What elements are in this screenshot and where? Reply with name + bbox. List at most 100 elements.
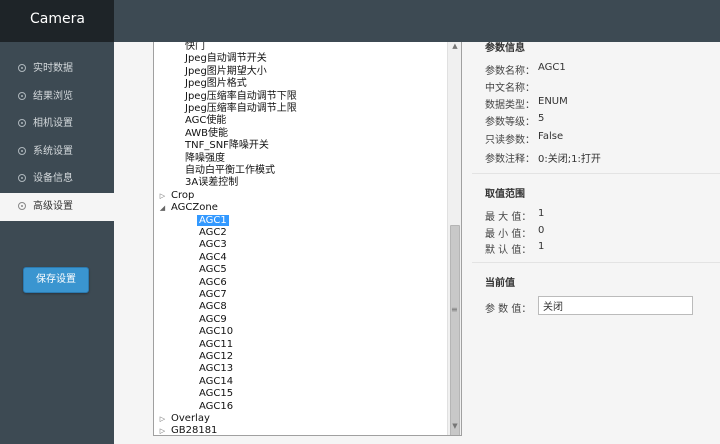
tree-item-overlay[interactable]: ▷ Overlay bbox=[160, 413, 210, 425]
tree-item-label: AGC15 bbox=[199, 388, 234, 400]
tree-item-label: Jpeg图片格式 bbox=[185, 78, 247, 90]
circle-icon bbox=[18, 174, 26, 183]
tree-item[interactable]: Jpeg压缩率自动调节上限 bbox=[185, 103, 297, 115]
tree-item-label: AGC11 bbox=[199, 338, 234, 350]
tree-item-label: 3A误差控制 bbox=[185, 177, 239, 189]
tree-item-label: AGC8 bbox=[199, 301, 227, 313]
tree-item[interactable]: Jpeg压缩率自动调节下限 bbox=[185, 91, 297, 103]
tree-item-label: Jpeg图片期望大小 bbox=[185, 65, 267, 77]
tree-item-agc[interactable]: AGC16 bbox=[199, 401, 233, 413]
tree-item-label: AGC13 bbox=[199, 363, 234, 375]
tree-item[interactable]: Jpeg图片期望大小 bbox=[185, 66, 267, 78]
tree-item[interactable]: Jpeg图片格式 bbox=[185, 78, 247, 90]
collapse-arrow-icon[interactable]: ◢ bbox=[158, 202, 167, 214]
tree-item-agc[interactable]: AGC13 bbox=[199, 363, 233, 375]
tree-item-label: GB28181 bbox=[171, 425, 218, 436]
scroll-up-icon[interactable]: ▲ bbox=[448, 42, 461, 54]
top-bar bbox=[114, 0, 720, 42]
default-value-label: 默 认 值： bbox=[485, 245, 532, 256]
current-value-input[interactable] bbox=[538, 296, 693, 315]
tree-item-crop[interactable]: ▷ Crop bbox=[160, 189, 195, 202]
tree-item[interactable]: Jpeg自动调节开关 bbox=[185, 53, 267, 65]
tree-item-agc[interactable]: AGC11 bbox=[199, 339, 233, 351]
sidebar-item-camera-settings[interactable]: 相机设置 bbox=[0, 110, 114, 138]
tree-item-label: TNF_SNF降噪开关 bbox=[185, 140, 269, 152]
tree-item-label: AGC5 bbox=[199, 264, 227, 276]
tree-item[interactable]: AGC使能 bbox=[185, 115, 226, 127]
divider bbox=[472, 262, 720, 263]
tree-item-label: AGC4 bbox=[199, 251, 227, 263]
scroll-thumb[interactable] bbox=[450, 225, 460, 435]
tree-item-agc[interactable]: AGC3 bbox=[199, 239, 227, 251]
sidebar-item-result-browse[interactable]: 结果浏览 bbox=[0, 83, 114, 111]
tree-item-agc[interactable]: AGC15 bbox=[199, 388, 233, 400]
readonly-label: 只读参数： bbox=[485, 135, 535, 146]
chinese-name-label: 中文名称： bbox=[485, 83, 535, 94]
sidebar-nav: 实时数据 结果浏览 相机设置 系统设置 设备信息 高级设置 bbox=[0, 55, 114, 221]
sidebar-item-system-settings[interactable]: 系统设置 bbox=[0, 138, 114, 166]
scroll-down-icon[interactable]: ▼ bbox=[448, 422, 461, 434]
min-value: 0 bbox=[538, 225, 545, 236]
tree-item-agc[interactable]: AGC10 bbox=[199, 326, 233, 338]
tree-item[interactable]: TNF_SNF降噪开关 bbox=[185, 140, 269, 152]
property-panel: 参数信息 参数名称： AGC1 中文名称： 数据类型： ENUM 参数等级： 5… bbox=[472, 42, 720, 444]
tree-item-gb28181[interactable]: ▷ GB28181 bbox=[160, 425, 218, 436]
save-settings-button[interactable]: 保存设置 bbox=[23, 267, 89, 293]
param-info-title: 参数信息 bbox=[485, 43, 525, 54]
tree-item-agc[interactable]: AGC4 bbox=[199, 252, 227, 264]
tree-item-agc[interactable]: AGC12 bbox=[199, 351, 233, 363]
tree-item-agc[interactable]: AGC9 bbox=[199, 314, 227, 326]
tree-item-agc[interactable]: AGC5 bbox=[199, 264, 227, 276]
param-level-value: 5 bbox=[538, 113, 545, 124]
tree-item-agc[interactable]: AGC8 bbox=[199, 301, 227, 313]
tree-scrollbar[interactable]: ▲ ≡ ▼ bbox=[447, 42, 461, 435]
tree-item-label: Crop bbox=[171, 189, 195, 201]
current-value-title: 当前值 bbox=[485, 278, 515, 289]
tree-item-label: AGC7 bbox=[199, 289, 227, 300]
param-level-label: 参数等级： bbox=[485, 117, 535, 128]
default-value: 1 bbox=[538, 241, 545, 252]
tree-item-label: AGC3 bbox=[199, 239, 227, 251]
tree-item-label: AGC2 bbox=[199, 227, 227, 238]
circle-icon bbox=[18, 119, 26, 128]
tree-item-label: AGC10 bbox=[199, 326, 234, 338]
tree-item-label: Jpeg压缩率自动调节上限 bbox=[185, 103, 297, 114]
tree-item-label: AGC使能 bbox=[185, 115, 227, 127]
tree-item-agc[interactable]: AGC2 bbox=[199, 227, 227, 239]
parameter-tree[interactable]: 快门 Jpeg自动调节开关 Jpeg图片期望大小 Jpeg图片格式 Jpeg压缩率自动调… bbox=[153, 42, 462, 436]
tree-item-label: AGCZone bbox=[171, 202, 218, 214]
tree-item-label: AGC1 bbox=[197, 214, 229, 226]
tree-item-label: 自动白平衡工作模式 bbox=[185, 165, 275, 176]
data-type-label: 数据类型： bbox=[485, 100, 535, 111]
expand-arrow-icon[interactable]: ▷ bbox=[158, 190, 167, 202]
tree-item-label: Jpeg自动调节开关 bbox=[185, 53, 267, 65]
tree-item-label: Overlay bbox=[171, 413, 210, 424]
expand-arrow-icon[interactable]: ▷ bbox=[158, 425, 167, 435]
tree-item-agc[interactable]: AGC1 bbox=[197, 214, 229, 227]
max-value: 1 bbox=[538, 208, 545, 219]
tree-item-agc[interactable]: AGC14 bbox=[199, 376, 233, 388]
tree-item-agc[interactable]: AGC6 bbox=[199, 277, 227, 289]
min-value-label: 最 小 值： bbox=[485, 229, 532, 240]
tree-item-agczone[interactable]: ◢ AGCZone bbox=[160, 202, 218, 214]
tree-item-label: AGC16 bbox=[199, 400, 234, 412]
tree-item-label: Jpeg压缩率自动调节下限 bbox=[185, 90, 297, 102]
tree-item[interactable]: 降噪强度 bbox=[185, 153, 225, 165]
max-value-label: 最 大 值： bbox=[485, 212, 532, 223]
tree-item[interactable]: AWB使能 bbox=[185, 128, 228, 140]
sidebar-item-advanced-settings[interactable]: 高级设置 bbox=[0, 192, 114, 221]
grip-icon: ≡ bbox=[451, 305, 458, 314]
tree-item-agc[interactable]: AGC7 bbox=[199, 289, 227, 301]
tree-item-label: AGC9 bbox=[199, 313, 227, 325]
tree-item[interactable]: 快门 bbox=[185, 42, 205, 53]
divider bbox=[472, 173, 720, 174]
sidebar-item-realtime-data[interactable]: 实时数据 bbox=[0, 55, 114, 83]
expand-arrow-icon[interactable]: ▷ bbox=[158, 413, 167, 425]
tree-item[interactable]: 3A误差控制 bbox=[185, 177, 238, 189]
sidebar-item-device-info[interactable]: 设备信息 bbox=[0, 165, 114, 193]
sidebar: 实时数据 结果浏览 相机设置 系统设置 设备信息 高级设置 保存设置 bbox=[0, 42, 114, 444]
value-range-title: 取值范围 bbox=[485, 189, 525, 200]
tree-item-label: 降噪强度 bbox=[185, 152, 225, 164]
current-value-label: 参 数 值： bbox=[485, 304, 532, 315]
tree-item[interactable]: 自动白平衡工作模式 bbox=[185, 165, 275, 177]
